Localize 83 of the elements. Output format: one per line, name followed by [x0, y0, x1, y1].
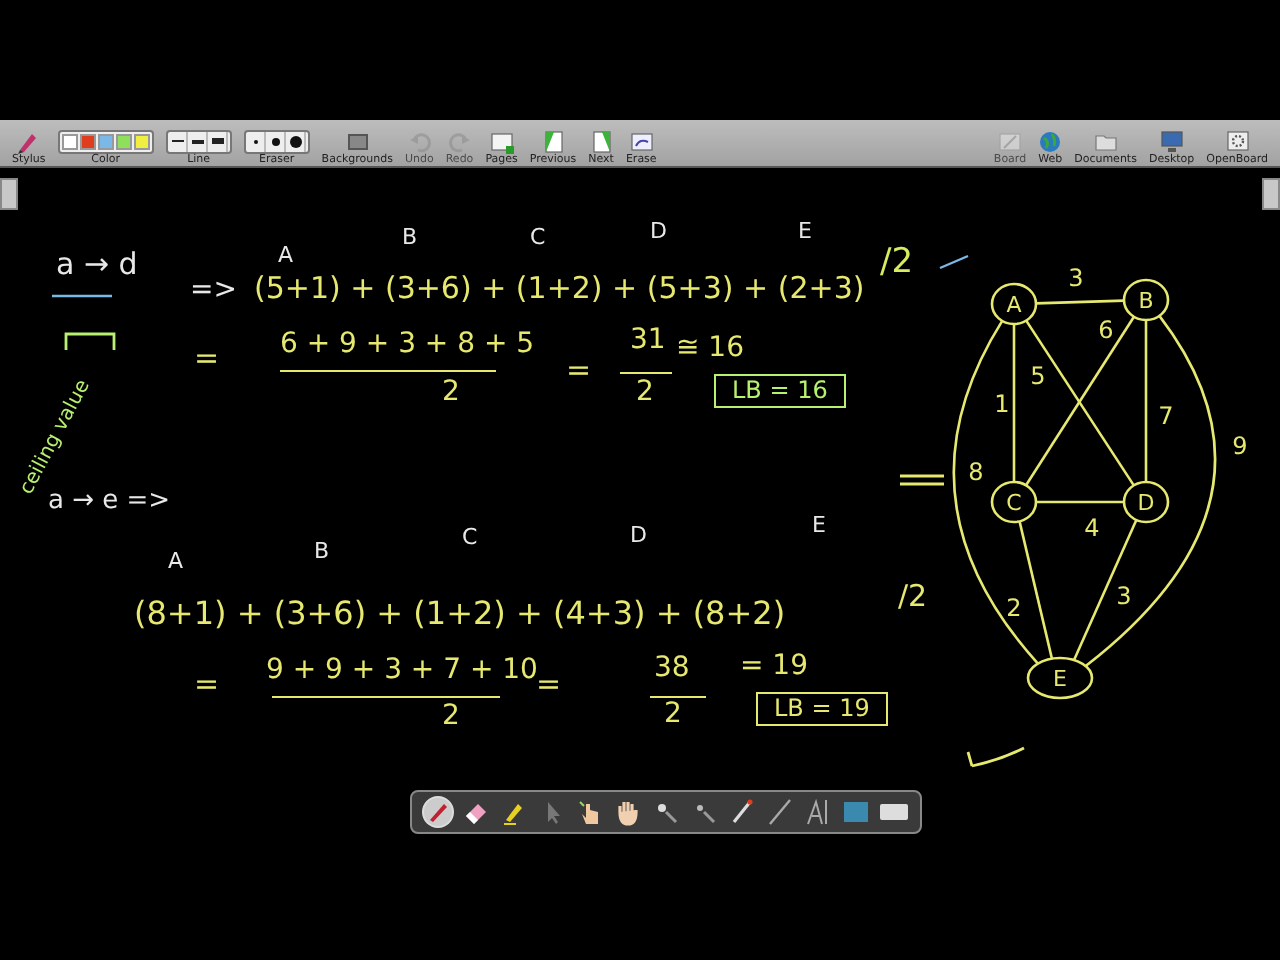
globe-icon	[1038, 129, 1063, 153]
redo-icon	[447, 129, 472, 153]
node-label: E	[1053, 666, 1067, 692]
node-circle	[1122, 278, 1170, 322]
handwritten-text: A	[278, 244, 294, 269]
screen-capture-icon	[840, 796, 872, 828]
edge-weight-label: 3	[1116, 582, 1132, 610]
next-page-icon	[589, 129, 614, 153]
node-circle	[990, 480, 1038, 524]
line-width-selector[interactable]	[165, 129, 232, 153]
handwritten-text: E	[798, 220, 812, 245]
bracket-drawing	[64, 332, 116, 350]
previous-page-icon	[541, 129, 565, 153]
edge-weight-label: 6	[1098, 316, 1114, 344]
clear-page-icon	[629, 129, 654, 153]
handwritten-text: a → e =>	[48, 488, 171, 517]
node-label: B	[1138, 288, 1154, 314]
node-circle	[990, 282, 1038, 326]
boxed-result: LB = 19	[756, 692, 888, 727]
monitor-icon	[1159, 129, 1184, 153]
checkmark-drawing	[966, 746, 1026, 768]
handwritten-text: 38	[654, 654, 690, 685]
handwritten-text: 2	[636, 378, 654, 409]
edge-weight-label: 7	[1158, 402, 1174, 430]
handwritten-text: E	[812, 514, 826, 539]
handwritten-text: 6 + 9 + 3 + 8 + 5	[280, 330, 535, 361]
color-swatch[interactable]	[61, 133, 78, 149]
color-swatch[interactable]	[133, 133, 150, 149]
node-circle	[1122, 480, 1170, 524]
node-label: D	[1137, 490, 1155, 516]
color-swatch[interactable]	[79, 133, 96, 149]
eraser-size-selector[interactable]	[243, 129, 310, 153]
boxed-result: LB = 16	[714, 374, 846, 409]
edge-weight-label: 8	[968, 458, 984, 486]
node-circle	[1026, 656, 1094, 700]
undo-icon	[407, 129, 432, 153]
handwritten-text: /2	[898, 580, 928, 613]
handwritten-text: C	[462, 526, 478, 551]
handwritten-text: a → d	[56, 248, 138, 281]
tool-button[interactable]	[612, 796, 644, 828]
board-icon	[998, 129, 1022, 153]
handwritten-text: /2	[880, 244, 914, 282]
edge-weight-label: 1	[994, 390, 1010, 418]
handwritten-text: D	[650, 220, 667, 245]
tool-button[interactable]	[764, 796, 796, 828]
handwritten-text: C	[530, 226, 546, 251]
handwritten-text: =	[566, 354, 592, 387]
handwritten-text: 2	[664, 700, 682, 731]
handwritten-text: (5+1) + (3+6) + (1+2) + (5+3) + (2+3)	[254, 272, 865, 305]
add-page-icon	[489, 129, 514, 153]
hand-icon	[612, 796, 644, 828]
handwritten-text: = 19	[740, 652, 808, 683]
handwritten-text: B	[402, 226, 418, 251]
color-swatch[interactable]	[115, 133, 132, 149]
tool-button[interactable]	[422, 796, 454, 828]
handwritten-text: D	[630, 524, 647, 549]
edge-weight-label: 2	[1006, 594, 1022, 622]
handwritten-text: =	[536, 668, 562, 701]
color-palette[interactable]	[57, 129, 154, 153]
node-label: C	[1006, 490, 1022, 516]
edge-line	[1035, 299, 1125, 305]
stylus-icon	[16, 129, 41, 153]
node-label: A	[1006, 292, 1022, 318]
color-swatch[interactable]	[97, 133, 114, 149]
handwritten-text: =>	[190, 276, 237, 307]
handwritten-text: 2	[442, 702, 460, 733]
handwritten-text: ≅ 16	[676, 334, 744, 365]
handwritten-text: =	[194, 668, 220, 701]
edge-weight-label: 3	[1068, 264, 1084, 292]
edge-weight-label: 4	[1084, 514, 1100, 542]
edge-weight-label: 5	[1030, 362, 1046, 390]
handwritten-text: 9 + 9 + 3 + 7 + 10	[266, 656, 538, 687]
handwritten-text: (8+1) + (3+6) + (1+2) + (4+3) + (8+2)	[134, 596, 786, 632]
double-line-drawing	[898, 474, 946, 486]
pen-icon	[422, 796, 454, 828]
handwritten-text: A	[168, 550, 184, 575]
handwritten-text: 2	[442, 378, 460, 409]
handwritten-text: =	[194, 342, 220, 375]
line-icon	[764, 796, 796, 828]
handwritten-text: 31	[630, 326, 666, 357]
handwritten-text: B	[314, 540, 330, 565]
edge-weight-label: 9	[1232, 432, 1248, 460]
folder-icon	[1093, 129, 1118, 153]
